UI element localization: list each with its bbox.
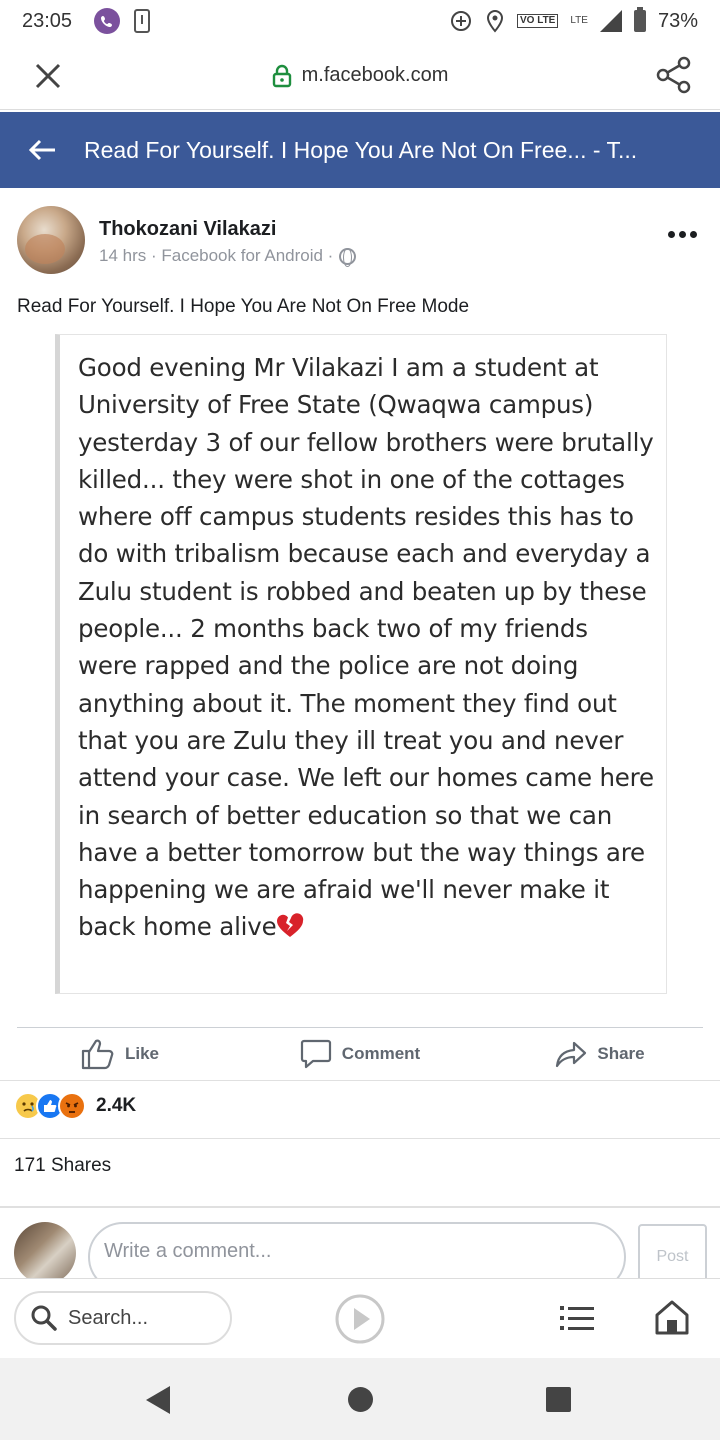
play-icon[interactable] bbox=[334, 1293, 386, 1345]
comment-input[interactable]: Write a comment... bbox=[88, 1222, 626, 1278]
post-header: Thokozani Vilakazi 14 hrs · Facebook for… bbox=[0, 204, 720, 276]
search-icon bbox=[31, 1305, 57, 1331]
post-image[interactable]: Good evening Mr Vilakazi I am a student … bbox=[55, 334, 667, 994]
lock-icon bbox=[272, 64, 291, 87]
angry-reaction-icon bbox=[58, 1092, 86, 1120]
viber-icon bbox=[94, 8, 121, 34]
share-count[interactable]: 171 Shares bbox=[14, 1155, 111, 1177]
post-meta: 14 hrs · Facebook for Android · bbox=[99, 246, 357, 267]
divider bbox=[0, 1138, 720, 1139]
divider bbox=[0, 1080, 720, 1081]
browser-bar: m.facebook.com bbox=[0, 42, 720, 110]
image-text: Good evening Mr Vilakazi I am a student … bbox=[78, 349, 654, 946]
home-icon[interactable] bbox=[654, 1299, 690, 1335]
volte-badge: VO LTE bbox=[516, 14, 559, 28]
page-header: Read For Yourself. I Hope You Are Not On… bbox=[0, 112, 720, 188]
more-icon[interactable] bbox=[668, 226, 698, 242]
page-title: Read For Yourself. I Hope You Are Not On… bbox=[84, 136, 638, 163]
like-button[interactable]: Like bbox=[0, 1028, 240, 1080]
post-comment-button[interactable]: Post bbox=[638, 1224, 707, 1278]
post-text: Read For Yourself. I Hope You Are Not On… bbox=[17, 296, 470, 317]
lte-label: LTE bbox=[570, 15, 588, 26]
comment-composer: Write a comment... Post bbox=[0, 1220, 720, 1278]
avatar bbox=[14, 1222, 76, 1278]
location-icon bbox=[486, 9, 503, 33]
close-icon[interactable] bbox=[30, 58, 66, 94]
comment-button[interactable]: Comment bbox=[240, 1028, 480, 1080]
list-icon[interactable] bbox=[560, 1303, 594, 1333]
add-circle-icon bbox=[450, 11, 471, 31]
share-icon[interactable] bbox=[656, 56, 692, 94]
back-button[interactable] bbox=[0, 112, 84, 188]
bottom-toolbar: Search... bbox=[0, 1278, 720, 1358]
comment-icon bbox=[300, 1039, 331, 1069]
url-text: m.facebook.com bbox=[301, 64, 449, 86]
post-author[interactable]: Thokozani Vilakazi bbox=[99, 218, 276, 241]
search-input[interactable]: Search... bbox=[14, 1291, 232, 1345]
like-icon bbox=[81, 1039, 114, 1070]
reaction-count: 2.4K bbox=[96, 1095, 137, 1116]
status-time: 23:05 bbox=[22, 9, 73, 32]
back-arrow-icon bbox=[28, 139, 55, 161]
url-display[interactable]: m.facebook.com bbox=[272, 64, 449, 88]
divider bbox=[0, 1206, 720, 1208]
comment-label: Comment bbox=[341, 1044, 421, 1063]
broken-heart-icon bbox=[277, 913, 304, 938]
share-arrow-icon bbox=[556, 1041, 587, 1068]
battery-percent: 73% bbox=[657, 9, 698, 32]
like-label: Like bbox=[124, 1044, 160, 1063]
avatar[interactable] bbox=[17, 206, 85, 274]
share-button[interactable]: Share bbox=[480, 1028, 720, 1080]
reactions-summary[interactable]: 2.4K bbox=[14, 1092, 136, 1120]
globe-icon bbox=[339, 247, 357, 267]
nav-recents-icon[interactable] bbox=[546, 1387, 571, 1412]
nav-home-icon[interactable] bbox=[348, 1387, 373, 1412]
share-label: Share bbox=[597, 1044, 645, 1063]
post-actions: Like Comment Share bbox=[0, 1028, 720, 1080]
signal-icon bbox=[599, 10, 622, 32]
image-text-body: Good evening Mr Vilakazi I am a student … bbox=[78, 353, 654, 942]
battery-icon bbox=[633, 7, 646, 32]
status-bar: 23:05 VO LTE LTE 73% bbox=[0, 0, 720, 42]
post-meta-text: 14 hrs · Facebook for Android · bbox=[99, 246, 334, 265]
system-nav-bar bbox=[0, 1358, 720, 1440]
search-placeholder: Search... bbox=[68, 1306, 149, 1329]
sim-icon bbox=[134, 9, 151, 33]
nav-back-icon[interactable] bbox=[146, 1386, 170, 1414]
